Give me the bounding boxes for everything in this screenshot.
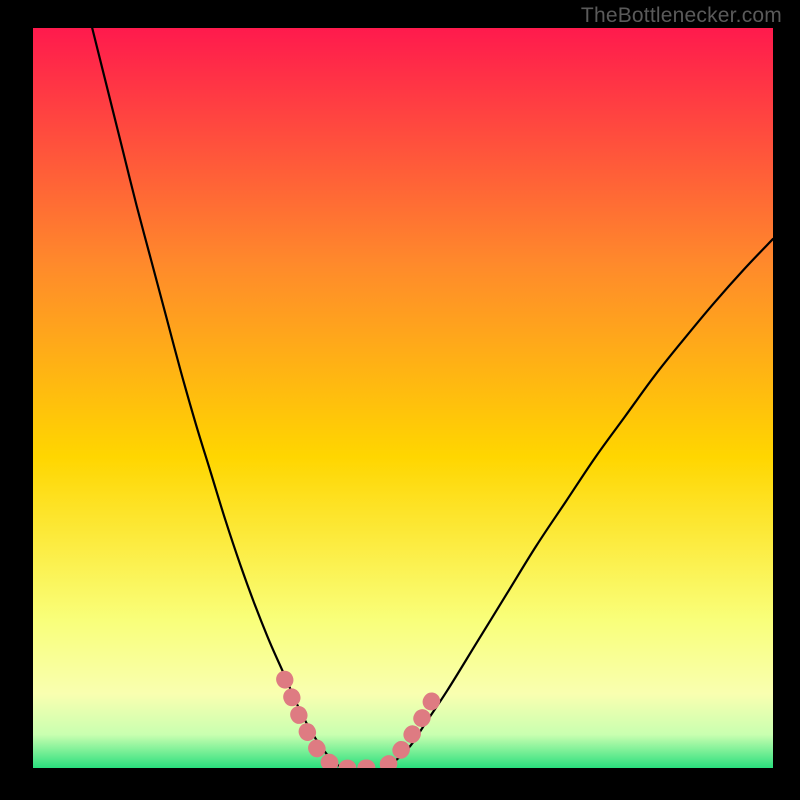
watermark-text: TheBottlenecker.com <box>581 4 782 28</box>
gradient-background <box>33 28 773 768</box>
chart-container: TheBottlenecker.com <box>0 0 800 800</box>
plot-area <box>33 28 773 768</box>
chart-svg <box>33 28 773 768</box>
